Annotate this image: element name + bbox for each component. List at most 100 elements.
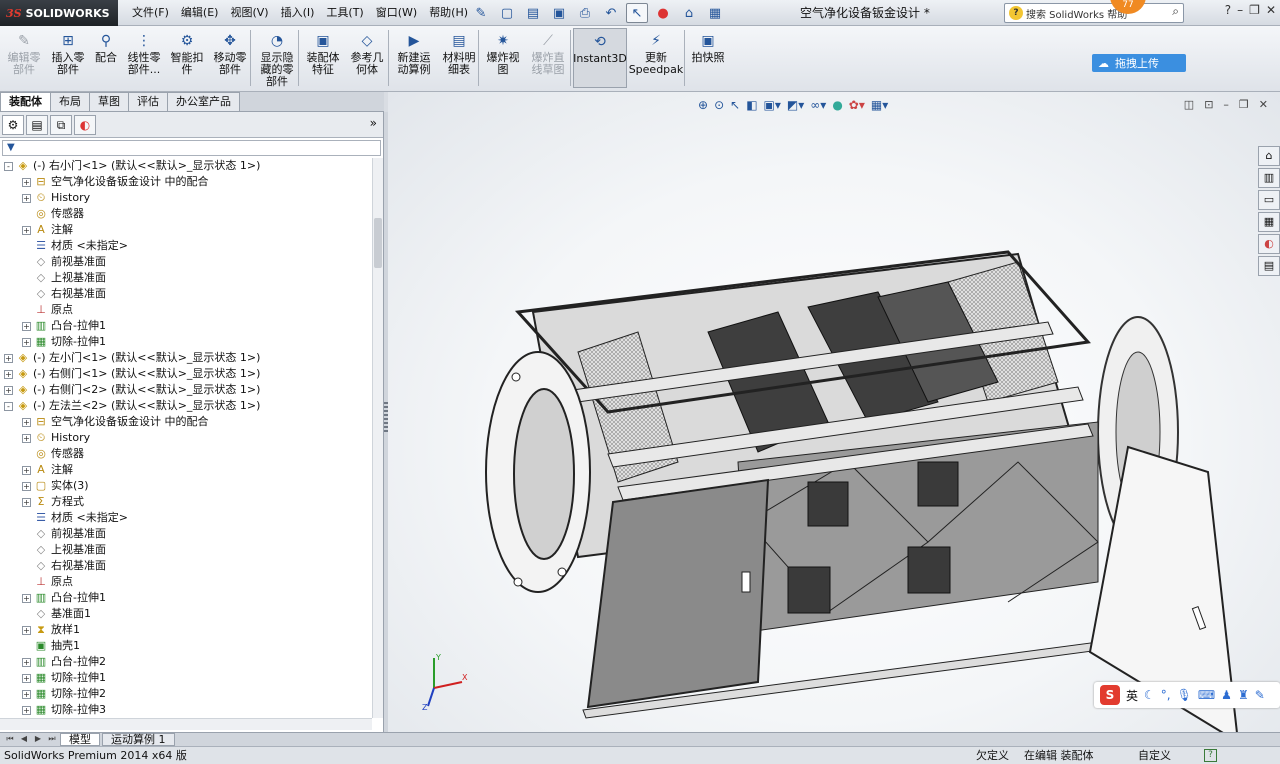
select-cursor-icon[interactable]: ↖ (626, 3, 648, 23)
expand-icon[interactable]: + (22, 481, 31, 491)
tree-node[interactable]: ◎ 传感器 (22, 446, 84, 462)
pin-icon[interactable]: ✎ (470, 3, 492, 23)
upload-button[interactable]: ☁ 拖拽上传 (1092, 54, 1186, 72)
tree-node[interactable]: + ⧗ 放样1 (22, 622, 80, 638)
expand-icon[interactable]: + (22, 433, 31, 443)
instant3d-button[interactable]: ⟲ Instant3D (573, 28, 627, 88)
help-icon[interactable]: ? (1225, 3, 1231, 17)
viewport-minimize-icon[interactable]: ◫ (1184, 98, 1194, 111)
bill-of-materials-button[interactable]: ▤ 材料明 细表 (438, 28, 480, 88)
minimize-icon[interactable]: – (1237, 3, 1243, 17)
last-tab-icon[interactable]: ⏭ (46, 733, 58, 745)
menu-file[interactable]: 文件(F) (126, 0, 175, 26)
linear-pattern-button[interactable]: ⋮ 线性零 部件... (122, 28, 166, 88)
first-tab-icon[interactable]: ⏮ (4, 733, 16, 745)
tree-node[interactable]: ◇ 右视基准面 (22, 286, 106, 302)
tree-node[interactable]: + ⏲ History (22, 190, 90, 206)
file-properties-icon[interactable]: ⌂ (678, 3, 700, 23)
view-settings-icon[interactable]: ▦▾ (871, 98, 888, 112)
microphone-icon[interactable]: 🎙 (1177, 688, 1192, 702)
menu-edit[interactable]: 编辑(E) (175, 0, 225, 26)
sogou-logo-icon[interactable]: S (1100, 685, 1120, 705)
update-speedpak-button[interactable]: ⚡ 更新 Speedpak (628, 28, 684, 88)
tree-node[interactable]: + ⊟ 空气净化设备钣金设计 中的配合 (22, 414, 209, 430)
expand-icon[interactable]: + (4, 369, 13, 379)
viewport-tile-icon[interactable]: ⊡ (1204, 98, 1213, 111)
expand-icon[interactable]: + (22, 673, 31, 683)
skin-icon[interactable]: ♟ (1221, 688, 1232, 702)
tab-layout[interactable]: 布局 (50, 92, 90, 111)
tree-scrollbar[interactable] (372, 158, 383, 718)
expand-icon[interactable]: + (22, 593, 31, 603)
tree-node[interactable]: + ▥ 凸台-拉伸1 (22, 318, 106, 334)
expand-icon[interactable]: + (22, 193, 31, 203)
assembly-features-button[interactable]: ▣ 装配体 特征 (302, 28, 344, 88)
tab-assembly[interactable]: 装配体 (0, 92, 51, 111)
tree-node[interactable]: ◇ 上视基准面 (22, 542, 106, 558)
expand-icon[interactable]: + (22, 225, 31, 235)
tree-node[interactable]: - ◈ (-) 左法兰<2> (默认<<默认>_显示状态 1>) (4, 398, 260, 414)
viewport-close-icon[interactable]: ✕ (1259, 98, 1268, 111)
expand-icon[interactable]: + (22, 417, 31, 427)
expand-icon[interactable]: + (22, 321, 31, 331)
tree-node[interactable]: + ▦ 切除-拉伸1 (22, 670, 106, 686)
tab-sketch[interactable]: 草图 (89, 92, 129, 111)
tree-node[interactable]: + ◈ (-) 右侧门<1> (默认<<默认>_显示状态 1>) (4, 366, 260, 382)
solidworks-logo[interactable]: 3S SOLIDWORKS (0, 0, 118, 26)
tree-node[interactable]: + ⊟ 空气净化设备钣金设计 中的配合 (22, 174, 209, 190)
tree-node[interactable]: + ▦ 切除-拉伸2 (22, 686, 106, 702)
tree-node[interactable]: ◎ 传感器 (22, 206, 84, 222)
tree-node[interactable]: - ◈ (-) 右小门<1> (默认<<默认>_显示状态 1>) (4, 158, 260, 174)
assembly-model[interactable] (478, 162, 1278, 732)
configuration-manager-tab-icon[interactable]: ⧉ (50, 114, 72, 135)
expand-icon[interactable]: + (22, 337, 31, 347)
restore-icon[interactable]: ❐ (1249, 3, 1260, 17)
next-tab-icon[interactable]: ▶ (32, 733, 44, 745)
close-icon[interactable]: ✕ (1266, 3, 1276, 17)
edit-appearance-icon[interactable]: ● (832, 98, 842, 112)
explode-line-sketch-button[interactable]: ⟋ 爆炸直 线草图 (526, 28, 570, 88)
options-icon[interactable]: ▦ (704, 3, 726, 23)
previous-view-icon[interactable]: ↖ (730, 98, 740, 112)
property-manager-tab-icon[interactable]: ▤ (26, 114, 48, 135)
new-document-icon[interactable]: ▢ (496, 3, 518, 23)
menu-window[interactable]: 窗口(W) (370, 0, 423, 26)
moon-icon[interactable]: ☾ (1144, 688, 1155, 702)
zoom-area-icon[interactable]: ⊙ (714, 98, 724, 112)
tree-node[interactable]: ◇ 基准面1 (22, 606, 91, 622)
prev-tab-icon[interactable]: ◀ (18, 733, 30, 745)
rebuild-icon[interactable]: ● (652, 3, 674, 23)
tree-node[interactable]: ◇ 上视基准面 (22, 270, 106, 286)
mate-button[interactable]: ⚲ 配合 (92, 28, 120, 88)
tree-node[interactable]: + ▦ 切除-拉伸1 (22, 334, 106, 350)
collapse-icon[interactable]: - (4, 401, 13, 411)
menu-view[interactable]: 视图(V) (224, 0, 274, 26)
shirt-icon[interactable]: ♜ (1238, 688, 1249, 702)
save-icon[interactable]: ▣ (548, 3, 570, 23)
tree-node[interactable]: + ◈ (-) 右侧门<2> (默认<<默认>_显示状态 1>) (4, 382, 260, 398)
zoom-to-fit-icon[interactable]: ⊕ (698, 98, 708, 112)
tree-node[interactable]: + ⏲ History (22, 430, 90, 446)
expand-icon[interactable]: + (4, 385, 13, 395)
tree-hscrollbar[interactable] (0, 718, 372, 730)
feature-manager-tab-icon[interactable]: ⚙ (2, 114, 24, 135)
hide-show-items-icon[interactable]: ∞▾ (810, 98, 826, 112)
undo-icon[interactable]: ↶ (600, 3, 622, 23)
tab-evaluate[interactable]: 评估 (128, 92, 168, 111)
edit-component-button[interactable]: ✎ 编辑零 部件 (2, 28, 46, 88)
tree-node[interactable]: ◇ 前视基准面 (22, 254, 106, 270)
tree-node[interactable]: ◇ 右视基准面 (22, 558, 106, 574)
viewport-min-icon[interactable]: – (1223, 98, 1229, 111)
menu-tools[interactable]: 工具(T) (320, 0, 369, 26)
expand-panel-icon[interactable]: » (370, 116, 377, 130)
reference-geometry-button[interactable]: ◇ 参考几 何体 (346, 28, 388, 88)
tree-node[interactable]: + ◈ (-) 左小门<1> (默认<<默认>_显示状态 1>) (4, 350, 260, 366)
tree-node[interactable]: ☰ 材质 <未指定> (22, 238, 128, 254)
smart-fasteners-button[interactable]: ⚙ 智能扣 件 (168, 28, 206, 88)
keyboard-icon[interactable]: ⌨ (1198, 688, 1215, 702)
tab-office-products[interactable]: 办公室产品 (167, 92, 240, 111)
tree-node[interactable]: ◇ 前视基准面 (22, 526, 106, 542)
view-orientation-icon[interactable]: ▣▾ (764, 98, 781, 112)
tree-node[interactable]: + ▥ 凸台-拉伸1 (22, 590, 106, 606)
tree-node[interactable]: + A 注解 (22, 462, 73, 478)
